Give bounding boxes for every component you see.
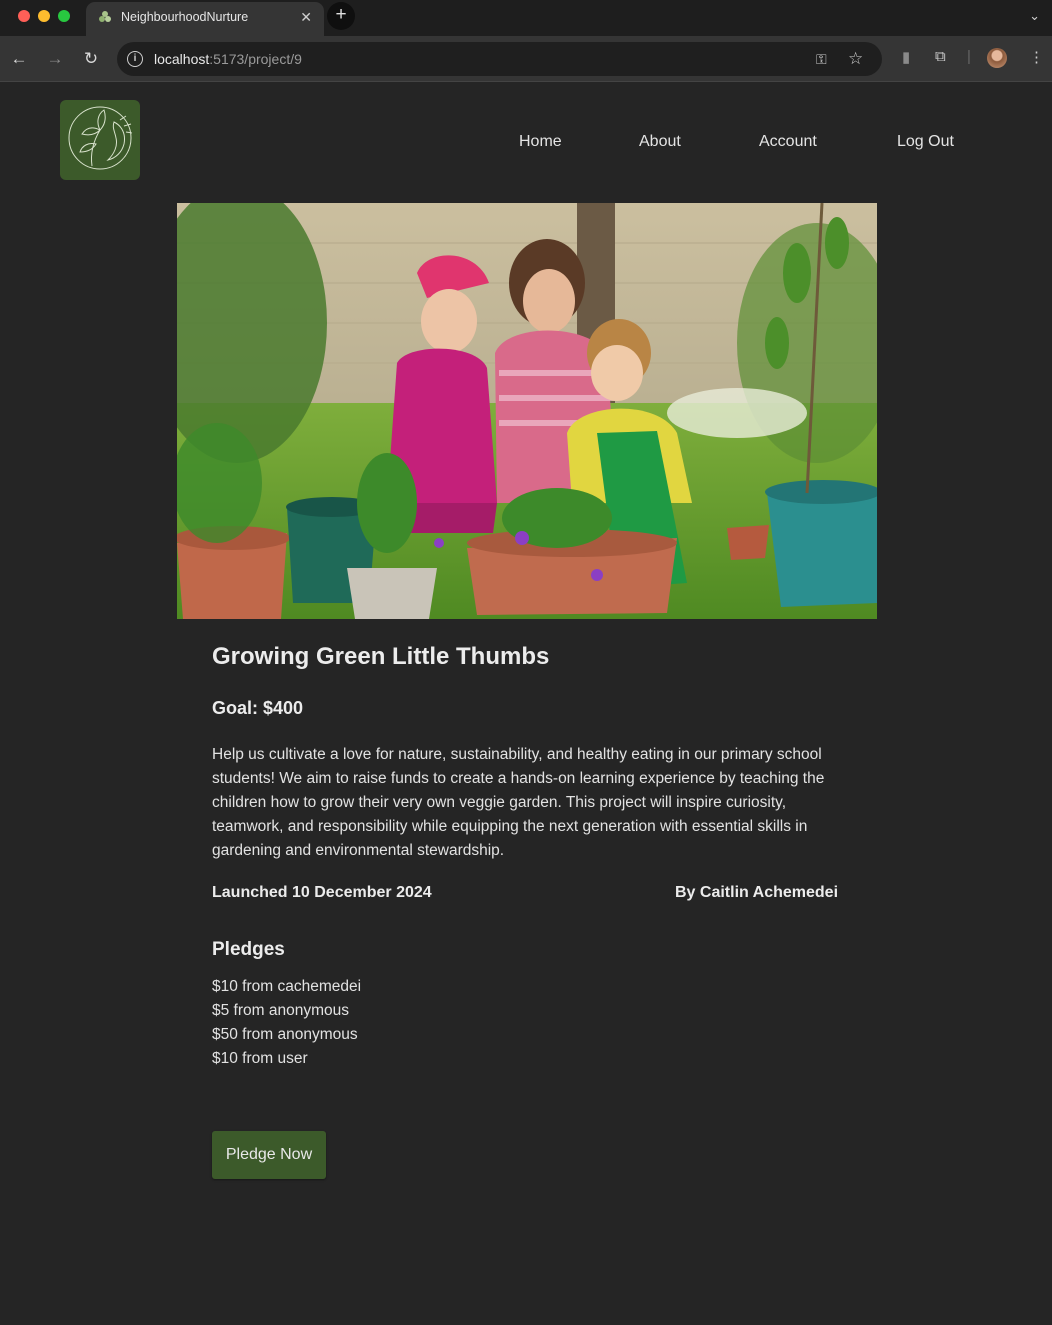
nav-account-link[interactable]: Account bbox=[759, 133, 817, 151]
browser-menu-icon[interactable]: ⋮ bbox=[1029, 48, 1044, 66]
favicon-icon bbox=[99, 11, 111, 22]
maximize-window-button[interactable] bbox=[58, 10, 70, 22]
close-window-button[interactable] bbox=[18, 10, 30, 22]
flower-woman-logo-icon bbox=[68, 106, 133, 170]
pledge-item: $5 from anonymous bbox=[212, 1002, 349, 1019]
pledge-item: $10 from cachemedei bbox=[212, 978, 362, 995]
password-key-icon[interactable]: ⚿ bbox=[816, 51, 827, 68]
back-icon[interactable]: ← bbox=[8, 48, 30, 70]
tab-close-icon[interactable]: ✕ bbox=[300, 9, 312, 26]
extension-icon[interactable]: ▮ bbox=[902, 48, 910, 66]
nav-home-link[interactable]: Home bbox=[519, 133, 562, 151]
new-tab-button[interactable]: + bbox=[327, 2, 355, 30]
project-description: Help us cultivate a love for nature, sus… bbox=[212, 746, 825, 859]
forward-icon[interactable]: → bbox=[44, 48, 66, 70]
profile-avatar[interactable] bbox=[987, 48, 1007, 68]
url-text[interactable]: localhost:5173/project/9 bbox=[154, 51, 302, 67]
tab-title: NeighbourhoodNurture bbox=[121, 10, 249, 24]
project-goal: Goal: $400 bbox=[212, 698, 304, 718]
pledges-heading: Pledges bbox=[212, 939, 285, 960]
toolbar-divider: | bbox=[967, 48, 971, 65]
url-host: localhost bbox=[154, 51, 210, 67]
url-path: :5173/project/9 bbox=[209, 51, 302, 67]
browser-tab[interactable]: NeighbourhoodNurture ✕ bbox=[86, 2, 324, 36]
browser-tab-bar: NeighbourhoodNurture ✕ + ⌄ bbox=[0, 0, 1052, 36]
pledge-list: $10 from cachemedei $5 from anonymous $5… bbox=[212, 975, 361, 1071]
project-title: Growing Green Little Thumbs bbox=[212, 643, 550, 670]
reload-icon[interactable]: ↻ bbox=[80, 48, 102, 70]
address-bar[interactable]: i localhost:5173/project/9 ⚿ ☆ bbox=[117, 42, 882, 76]
minimize-window-button[interactable] bbox=[38, 10, 50, 22]
pledge-now-button[interactable]: Pledge Now bbox=[212, 1131, 326, 1179]
project-launch-date: Launched 10 December 2024 bbox=[212, 884, 432, 901]
nav-about-link[interactable]: About bbox=[639, 133, 681, 151]
extensions-puzzle-icon[interactable]: ⧉ bbox=[935, 48, 946, 65]
browser-toolbar: ← → ↻ i localhost:5173/project/9 ⚿ ☆ ▮ ⧉… bbox=[0, 36, 1052, 82]
tab-search-chevron-icon[interactable]: ⌄ bbox=[1029, 8, 1040, 24]
children-gardening-photo bbox=[177, 203, 877, 619]
project-hero-image bbox=[177, 203, 877, 619]
nav-logout-link[interactable]: Log Out bbox=[897, 133, 954, 151]
site-info-icon[interactable]: i bbox=[127, 51, 143, 67]
pledge-item: $50 from anonymous bbox=[212, 1026, 358, 1043]
site-logo[interactable] bbox=[60, 100, 140, 180]
bookmark-star-icon[interactable]: ☆ bbox=[848, 49, 863, 69]
project-owner: By Caitlin Achemedei bbox=[675, 884, 839, 901]
pledge-item: $10 from user bbox=[212, 1050, 308, 1067]
